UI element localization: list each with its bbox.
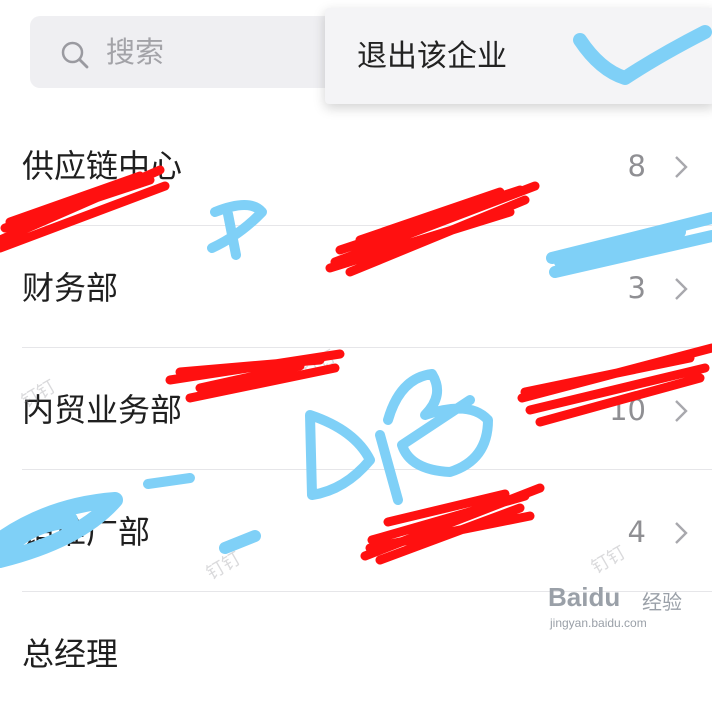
menu-item-exit-enterprise[interactable]: 退出该企业 bbox=[357, 38, 507, 76]
baidu-url: jingyan.baidu.com bbox=[550, 616, 647, 630]
chevron-right-icon bbox=[675, 522, 688, 544]
search-placeholder: 搜索 bbox=[106, 35, 165, 69]
member-count: 8 bbox=[627, 149, 646, 183]
search-bar[interactable]: 搜索 bbox=[30, 16, 360, 88]
department-name: 财务部 bbox=[22, 269, 119, 307]
member-count: 3 bbox=[627, 271, 646, 305]
baidu-jingyan-label: 经验 bbox=[642, 590, 682, 614]
department-name: 销推广部 bbox=[22, 513, 151, 551]
overflow-menu: 退出该企业 bbox=[325, 8, 712, 104]
chevron-right-icon bbox=[675, 156, 688, 178]
baidu-logo: Baidu bbox=[548, 582, 621, 612]
list-item[interactable]: 供应链中心 8 bbox=[0, 104, 712, 226]
member-count: 10 bbox=[609, 393, 646, 427]
search-icon bbox=[61, 41, 89, 69]
department-name: 总经理 bbox=[22, 635, 119, 673]
chevron-right-icon bbox=[675, 400, 688, 422]
baidu-watermark: Baidu 经验 jingyan.baidu.com bbox=[548, 582, 708, 634]
list-item[interactable]: 内贸业务部 10 bbox=[0, 348, 712, 470]
list-item[interactable]: 财务部 3 bbox=[0, 226, 712, 348]
member-count: 4 bbox=[627, 515, 646, 549]
department-name: 供应链中心 bbox=[22, 147, 183, 185]
chevron-right-icon bbox=[675, 278, 688, 300]
